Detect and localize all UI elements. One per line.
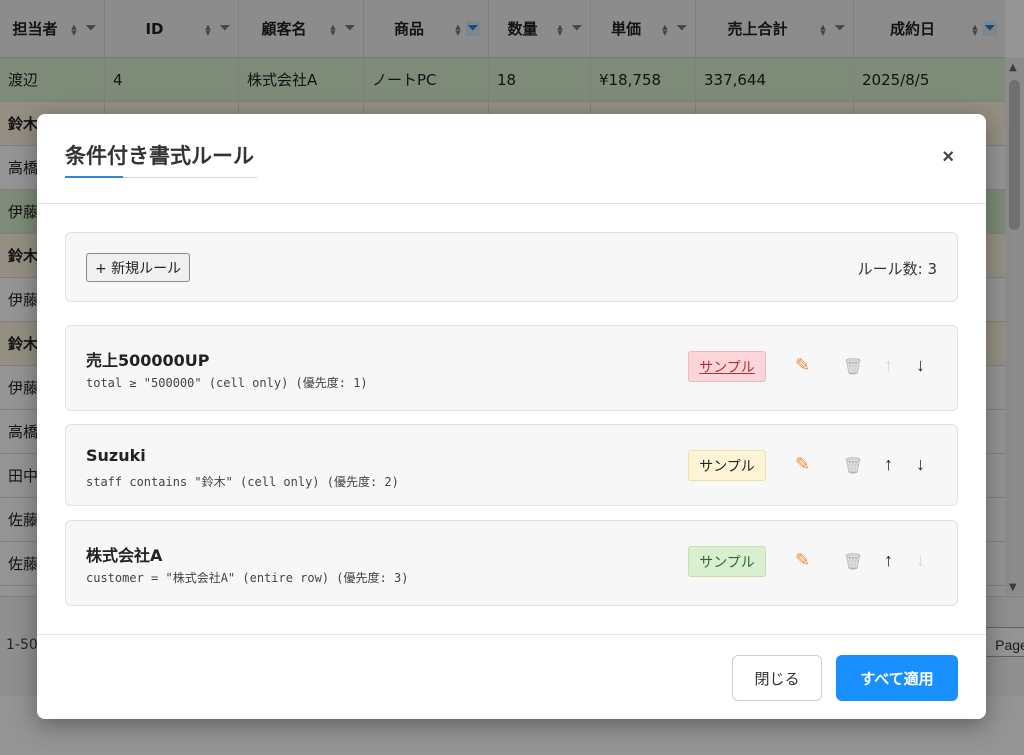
move-down-icon[interactable]: ↓: [916, 454, 925, 475]
apply-all-button[interactable]: すべて適用: [836, 655, 958, 701]
rule-name: 売上500000UP: [86, 351, 210, 370]
move-up-icon: ↑: [884, 355, 893, 375]
delete-icon[interactable]: 🗑: [843, 357, 863, 377]
rules-toolbar: + 新規ルール ルール数: 3: [65, 232, 958, 302]
close-icon[interactable]: ×: [942, 146, 954, 169]
delete-icon[interactable]: 🗑: [843, 456, 863, 476]
rule-sample-preview: サンプル: [688, 450, 766, 481]
rule-sample-preview: サンプル: [688, 546, 766, 577]
new-rule-button[interactable]: + 新規ルール: [86, 253, 191, 282]
move-down-icon[interactable]: ↓: [916, 355, 925, 376]
delete-icon[interactable]: 🗑: [843, 552, 863, 572]
rule-card: Suzuki staff contains "鈴木" (cell only) (優…: [65, 424, 958, 506]
dialog-title: 条件付き書式ルール: [65, 144, 254, 168]
rule-card: 株式会社A customer = "株式会社A" (entire row) (優先…: [65, 520, 958, 606]
move-up-icon[interactable]: ↑: [884, 550, 893, 571]
rule-description: customer = "株式会社A" (entire row) (優先度: 3): [86, 571, 409, 585]
rule-name: Suzuki: [86, 446, 146, 465]
move-down-icon: ↓: [916, 550, 925, 570]
rule-name: 株式会社A: [86, 546, 163, 565]
edit-icon[interactable]: ✎: [795, 355, 810, 376]
title-underline: [65, 176, 257, 178]
edit-icon[interactable]: ✎: [795, 454, 810, 475]
rule-sample-preview: サンプル: [688, 351, 766, 382]
move-up-icon[interactable]: ↑: [884, 454, 893, 475]
close-button[interactable]: 閉じる: [732, 655, 822, 701]
title-underline-accent: [65, 176, 123, 178]
dialog-footer: 閉じる すべて適用: [37, 634, 986, 719]
rule-count: ルール数: 3: [857, 260, 937, 278]
dialog-header: 条件付き書式ルール ×: [37, 114, 986, 204]
edit-icon[interactable]: ✎: [795, 550, 810, 571]
rule-description: total ≥ "500000" (cell only) (優先度: 1): [86, 376, 368, 390]
rule-card: 売上500000UP total ≥ "500000" (cell only) (…: [65, 325, 958, 411]
rule-description: staff contains "鈴木" (cell only) (優先度: 2): [86, 475, 399, 489]
conditional-format-dialog: 条件付き書式ルール × + 新規ルール ルール数: 3 売上500000UP to…: [37, 114, 986, 719]
